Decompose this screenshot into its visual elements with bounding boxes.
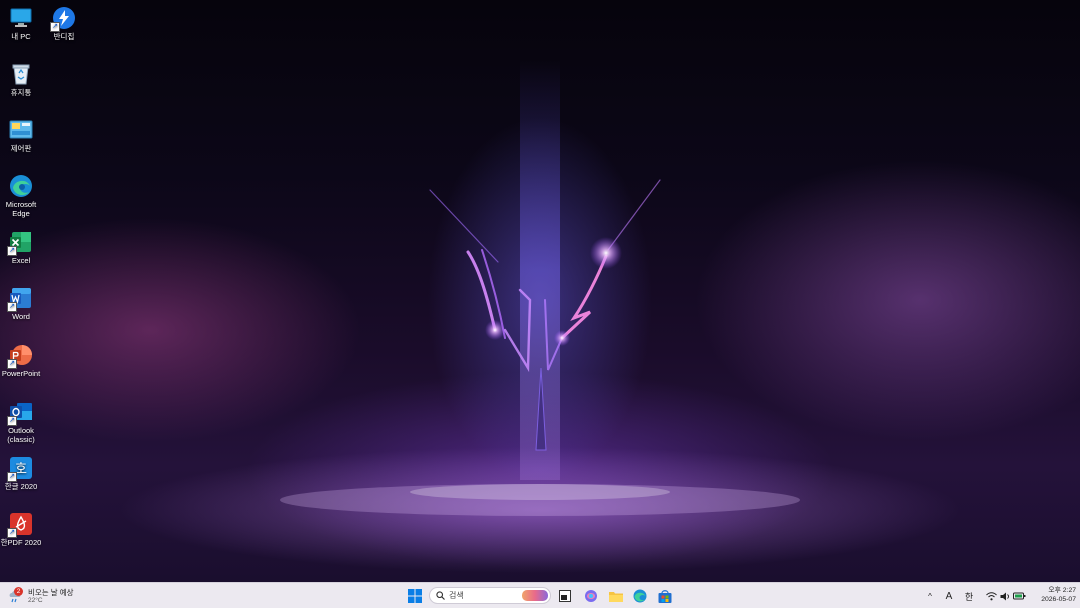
desktop-icon-excel[interactable]: ↗ Excel <box>0 230 43 265</box>
tray-overflow-chevron[interactable]: ^ <box>924 583 936 609</box>
desktop-icon-bandizip[interactable]: ↗ 반디집 <box>42 6 86 41</box>
hangul-icon: 호 ↗ <box>7 456 33 482</box>
shortcut-arrow-icon: ↗ <box>7 472 17 482</box>
search-placeholder: 검색 <box>449 591 464 600</box>
powerpoint-icon: ↗ <box>7 343 33 369</box>
word-icon: ↗ <box>7 286 33 312</box>
search-highlight-icon <box>522 590 548 601</box>
recycle-bin-icon <box>9 62 33 86</box>
network-volume-battery-group[interactable] <box>984 583 1028 609</box>
task-view-icon <box>559 590 571 602</box>
desktop-icon-label: 제어판 <box>10 144 32 153</box>
system-clock[interactable]: 오후 2:27 2026-05-07 <box>1030 586 1076 604</box>
desktop-icon-label: Word <box>12 312 30 321</box>
desktop-icon-label: PowerPoint <box>1 369 41 378</box>
weather-badge: 2 <box>14 587 23 596</box>
desktop-icon-label: 한PDF 2020 <box>0 538 42 547</box>
taskbar-store[interactable] <box>656 583 674 609</box>
ime-indicator[interactable]: 한 <box>962 583 976 609</box>
font-indicator[interactable]: A <box>942 583 956 609</box>
start-button[interactable] <box>405 583 425 609</box>
weather-text: 비오는 날 예상 <box>28 587 74 597</box>
excel-icon: ↗ <box>7 230 33 256</box>
outlook-icon: ↗ <box>7 400 33 426</box>
desktop-icon-label: 반디집 <box>53 32 75 41</box>
desktop-icon-label: 한글 2020 <box>4 482 38 491</box>
taskbar-copilot[interactable] <box>582 583 600 609</box>
bandizip-icon: ↗ <box>50 6 76 32</box>
folder-icon <box>609 592 623 602</box>
weather-temp: 22°C <box>28 596 43 604</box>
weather-icon: 2 <box>8 587 23 604</box>
monitor-icon <box>9 6 33 30</box>
desktop-icon-label: Outlook (classic) <box>7 426 35 444</box>
taskbar: 2 비오는 날 예상 22°C 검색 ^ A 한 오후 2:27 2026-05… <box>0 582 1080 608</box>
shortcut-arrow-icon: ↗ <box>7 359 17 369</box>
edge-icon <box>9 174 33 198</box>
desktop-icon-pc[interactable]: 내 PC <box>0 6 43 41</box>
desktop-icon-label: 휴지통 <box>10 88 32 97</box>
search-icon <box>436 591 445 600</box>
desktop-icon-label: Microsoft Edge <box>5 200 37 218</box>
battery-icon <box>1013 592 1026 600</box>
desktop-icon-label: Excel <box>11 256 31 265</box>
desktop-icon-powerpoint[interactable]: ↗ PowerPoint <box>0 343 43 378</box>
taskbar-task-view[interactable] <box>556 583 574 609</box>
desktop-icon-word[interactable]: ↗ Word <box>0 286 43 321</box>
hanpdf-icon: ↗ <box>7 512 33 538</box>
taskbar-search-box[interactable]: 검색 <box>429 587 551 604</box>
store-icon <box>658 589 672 603</box>
clock-time: 오후 2:27 <box>1048 587 1076 594</box>
taskbar-file-explorer[interactable] <box>607 583 625 609</box>
desktop-icon-hangul[interactable]: 호 ↗ 한글 2020 <box>0 456 43 491</box>
control-panel-icon <box>9 118 33 142</box>
wifi-icon <box>986 591 997 600</box>
desktop-icon-label: 내 PC <box>11 32 31 41</box>
taskbar-edge[interactable] <box>631 583 649 609</box>
shortcut-arrow-icon: ↗ <box>7 246 17 256</box>
shortcut-arrow-icon: ↗ <box>7 528 17 538</box>
shortcut-arrow-icon: ↗ <box>7 416 17 426</box>
shortcut-arrow-icon: ↗ <box>7 302 17 312</box>
desktop-icon-hanpdf[interactable]: ↗ 한PDF 2020 <box>0 512 43 547</box>
desktop-icon-edge[interactable]: Microsoft Edge <box>0 174 43 218</box>
desktop-icon-control-panel[interactable]: 제어판 <box>0 118 43 153</box>
clock-date: 2026-05-07 <box>1041 596 1076 603</box>
copilot-icon <box>585 590 597 602</box>
weather-widget[interactable]: 2 비오는 날 예상 22°C <box>8 583 88 609</box>
shortcut-arrow-icon: ↗ <box>50 22 60 32</box>
desktop[interactable]: 내 PC ↗ 반디집 휴지통 제어판 Microsoft Edge ↗ Exce… <box>0 0 1080 582</box>
desktop-icon-recycle-bin[interactable]: 휴지통 <box>0 62 43 97</box>
volume-icon <box>1000 592 1010 600</box>
edge-icon <box>633 589 647 603</box>
windows-start-icon <box>408 589 422 603</box>
desktop-icon-outlook[interactable]: ↗ Outlook (classic) <box>0 400 43 444</box>
wallpaper-art <box>280 60 800 516</box>
